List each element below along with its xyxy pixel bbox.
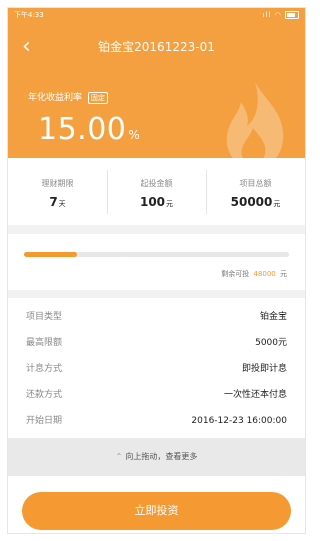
remaining-amount: 剩余可投 48000 元 bbox=[221, 269, 287, 279]
wifi-icon: ◠ bbox=[274, 11, 282, 19]
detail-row-limit: 最高限额 5000元 bbox=[26, 330, 287, 356]
stat-min-invest: 起投金额 100元 bbox=[107, 158, 206, 225]
stat-label: 起投金额 bbox=[140, 179, 173, 188]
battery-icon bbox=[285, 11, 299, 19]
invest-button[interactable]: 立即投资 bbox=[22, 492, 291, 530]
rate-label: 年化收益利率 bbox=[28, 93, 83, 103]
stat-number: 100 bbox=[139, 195, 166, 209]
product-header: 下午4:33 ıll ◠ ‹ 铂金宝20161223-01 年化收益利率 固定 … bbox=[8, 8, 305, 158]
stat-label: 理财期限 bbox=[41, 179, 74, 188]
detail-value: 即投即计息 bbox=[241, 364, 287, 374]
progress-fill bbox=[24, 252, 77, 257]
stat-number: 7 bbox=[49, 195, 58, 209]
remaining-unit: 元 bbox=[280, 270, 287, 278]
status-icons: ıll ◠ bbox=[263, 8, 299, 22]
detail-row-repayment: 还款方式 一次性还本付息 bbox=[26, 382, 287, 408]
rate-label-group: 年化收益利率 固定 bbox=[28, 90, 108, 104]
detail-row-start-date: 开始日期 2016-12-23 16:00:00 bbox=[26, 408, 287, 434]
progress-card: 剩余可投 48000 元 bbox=[8, 234, 305, 290]
stat-total: 项目总额 50000元 bbox=[206, 158, 305, 225]
page-title: 铂金宝20161223-01 bbox=[98, 40, 215, 54]
rate-tag: 固定 bbox=[87, 92, 108, 104]
remaining-label: 剩余可投 bbox=[221, 270, 250, 278]
stats-row: 理财期限 7天 起投金额 100元 项目总额 50000元 bbox=[8, 158, 305, 225]
stat-value: 50000元 bbox=[206, 195, 305, 209]
stat-value: 100元 bbox=[107, 195, 206, 209]
remaining-value: 48000 bbox=[253, 270, 276, 278]
detail-value: 一次性还本付息 bbox=[223, 390, 287, 400]
detail-value: 铂金宝 bbox=[259, 312, 287, 322]
detail-label: 最高限额 bbox=[26, 338, 63, 348]
detail-label: 项目类型 bbox=[26, 312, 63, 322]
status-bar: 下午4:33 ıll ◠ bbox=[8, 8, 305, 22]
detail-label: 开始日期 bbox=[26, 416, 63, 426]
more-text: 向上拖动，查看更多 bbox=[125, 452, 198, 461]
progress-bar bbox=[24, 252, 289, 257]
stat-value: 7天 bbox=[8, 195, 107, 209]
app-screen: 下午4:33 ıll ◠ ‹ 铂金宝20161223-01 年化收益利率 固定 … bbox=[7, 7, 306, 534]
detail-value: 5000元 bbox=[255, 338, 287, 348]
detail-label: 还款方式 bbox=[26, 390, 63, 400]
detail-label: 计息方式 bbox=[26, 364, 63, 374]
detail-value: 2016-12-23 16:00:00 bbox=[191, 416, 287, 426]
flame-icon bbox=[226, 82, 284, 158]
rate-value: 15.00 bbox=[38, 112, 127, 147]
signal-icon: ıll bbox=[262, 11, 272, 19]
stat-unit: 元 bbox=[273, 200, 281, 208]
rate-value-group: 15.00% bbox=[38, 112, 140, 147]
status-time: 下午4:33 bbox=[14, 11, 44, 19]
stat-term: 理财期限 7天 bbox=[8, 158, 107, 225]
up-arrow-icon: ⌃ bbox=[115, 452, 123, 461]
stat-unit: 天 bbox=[58, 200, 66, 208]
detail-row-interest: 计息方式 即投即计息 bbox=[26, 356, 287, 382]
stat-unit: 元 bbox=[166, 200, 174, 208]
detail-list: 项目类型 铂金宝 最高限额 5000元 计息方式 即投即计息 还款方式 一次性还… bbox=[8, 298, 305, 438]
footer-bar: 立即投资 bbox=[8, 476, 305, 533]
stat-label: 项目总额 bbox=[239, 179, 272, 188]
pull-up-more[interactable]: ⌃ 向上拖动，查看更多 bbox=[8, 438, 305, 476]
stat-number: 50000 bbox=[230, 195, 273, 209]
detail-row-type: 项目类型 铂金宝 bbox=[26, 304, 287, 330]
rate-unit: % bbox=[128, 128, 141, 142]
